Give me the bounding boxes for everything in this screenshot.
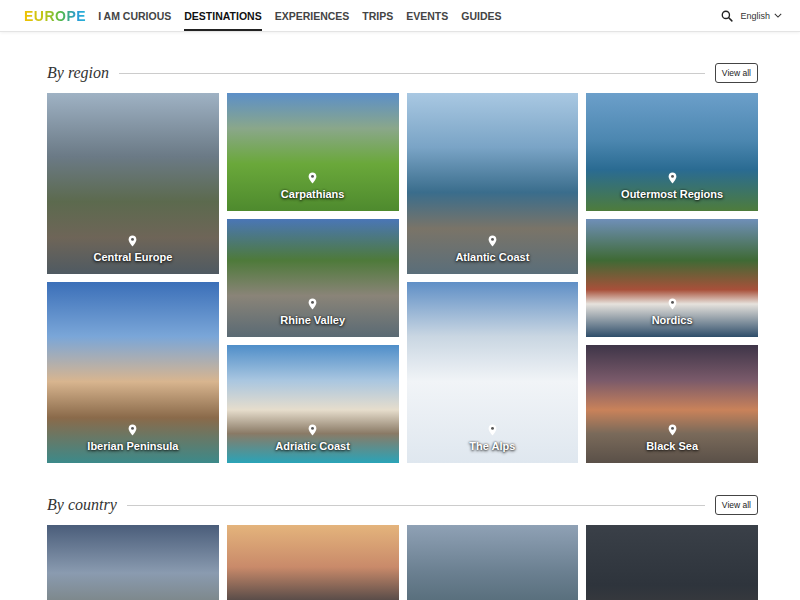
page: EUROPE I AM CURIOUS DESTINATIONS EXPERIENCE… [0,0,800,600]
region-card[interactable]: Atlantic Coast [407,93,579,274]
map-pin-icon [308,298,317,310]
region-card[interactable]: Nordics [586,219,758,337]
map-pin-icon [308,172,317,184]
top-bar: EUROPE I AM CURIOUS DESTINATIONS EXPERIENCE… [0,0,800,32]
map-pin-icon [668,424,677,436]
region-name: Adriatic Coast [275,440,350,452]
region-name: Black Sea [646,440,698,452]
map-pin-icon [128,424,137,436]
region-name: The Alps [469,440,515,452]
region-card[interactable]: Carpathians [227,93,399,211]
country-grid [47,525,758,600]
section-title: By region [47,64,109,82]
map-pin-icon [488,235,497,247]
map-pin-icon [668,298,677,310]
view-all-button[interactable]: View all [715,495,758,515]
section-title: By country [47,496,117,514]
nav-item[interactable]: TRIPS [362,0,393,31]
region-name: Iberian Peninsula [87,440,178,452]
region-card[interactable]: Central Europe [47,93,219,274]
region-section: By region View all Central Europe Iberian P… [47,32,758,463]
language-select[interactable]: English [740,11,782,21]
region-name: Atlantic Coast [455,251,529,263]
country-card[interactable] [586,525,758,600]
region-name: Rhine Valley [280,314,345,326]
section-header: By region View all [47,63,758,83]
country-card[interactable] [227,525,399,600]
divider [127,505,705,506]
header-tools: English [721,10,782,22]
region-card[interactable]: Outermost Regions [586,93,758,211]
country-card[interactable] [407,525,579,600]
main-nav: I AM CURIOUS DESTINATIONS EXPERIENCES TRIPS… [98,0,501,31]
country-card[interactable] [47,525,219,600]
region-name: Outermost Regions [621,188,723,200]
region-grid: Central Europe Iberian Peninsula Carpathia… [47,93,758,463]
content: By region View all Central Europe Iberian P… [0,32,800,600]
nav-item[interactable]: GUIDES [461,0,501,31]
divider [119,73,705,74]
nav-item[interactable]: DESTINATIONS [184,0,261,31]
region-card[interactable]: The Alps [407,282,579,463]
view-all-button[interactable]: View all [715,63,758,83]
nav-item[interactable]: EVENTS [406,0,448,31]
region-name: Central Europe [93,251,172,263]
region-name: Nordics [652,314,693,326]
region-card[interactable]: Iberian Peninsula [47,282,219,463]
section-header: By country View all [47,495,758,515]
nav-item[interactable]: I AM CURIOUS [98,0,171,31]
map-pin-icon [308,424,317,436]
country-section: By country View all [47,463,758,600]
nav-item[interactable]: EXPERIENCES [275,0,350,31]
region-card[interactable]: Adriatic Coast [227,345,399,463]
logo[interactable]: EUROPE [24,8,86,24]
map-pin-icon [668,172,677,184]
map-pin-icon [128,235,137,247]
search-icon[interactable] [721,10,733,22]
region-card[interactable]: Rhine Valley [227,219,399,337]
map-pin-icon [488,424,497,436]
region-name: Carpathians [281,188,345,200]
chevron-down-icon [774,13,782,18]
region-card[interactable]: Black Sea [586,345,758,463]
